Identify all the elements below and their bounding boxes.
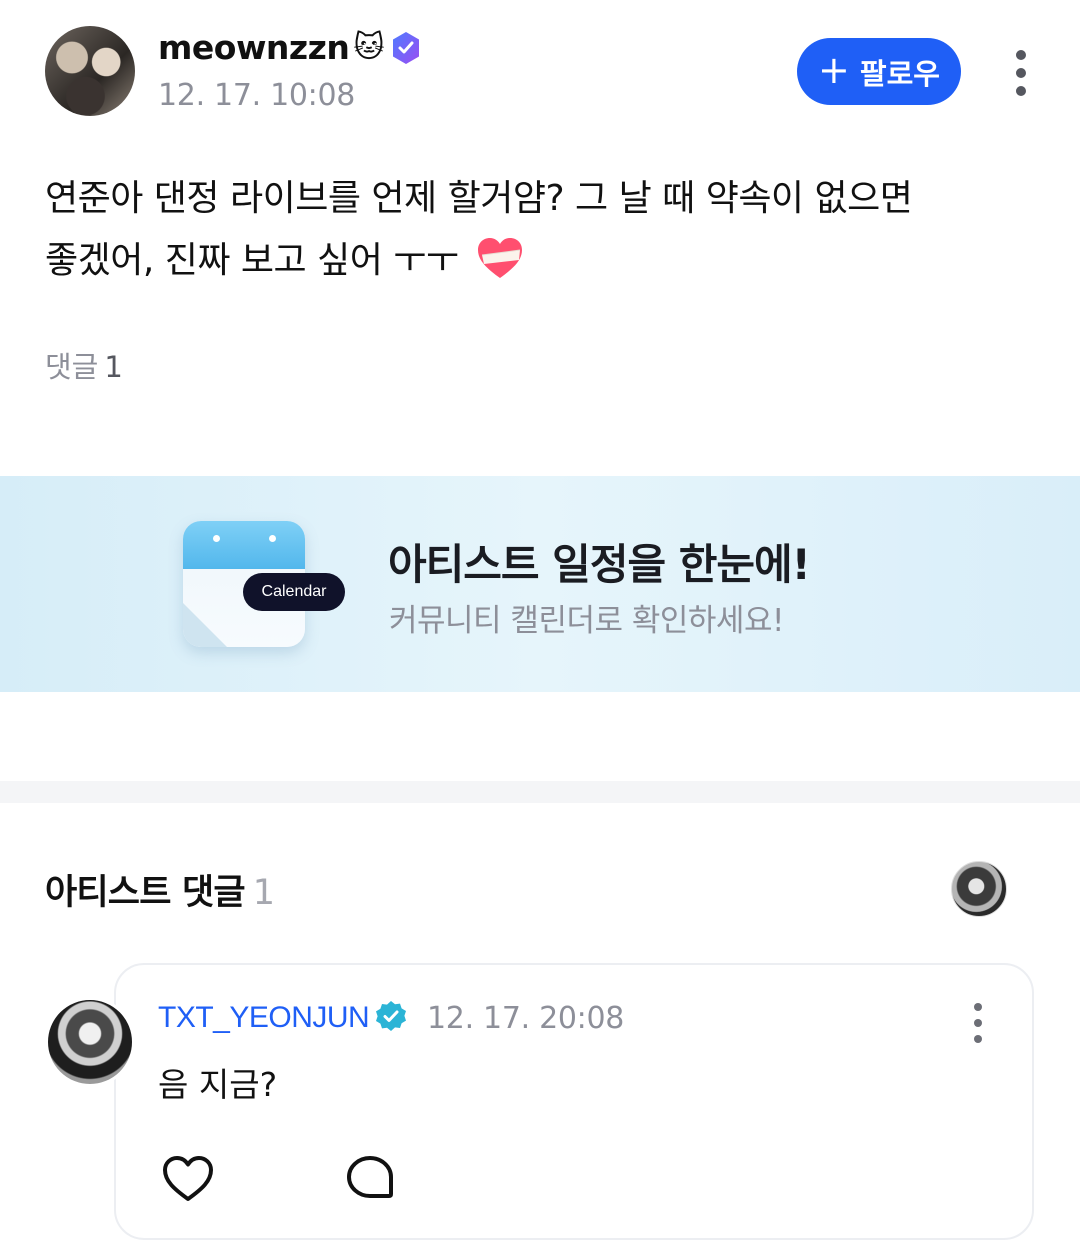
follow-button[interactable]: + 팔로우 — [797, 38, 961, 105]
post-body-line-1: 연준아 댄정 라이브를 언제 할거얌? 그 날 때 약속이 없으면 — [45, 178, 913, 219]
comment-count-value: 1 — [104, 350, 123, 384]
artist-thumbnail-avatar[interactable] — [951, 861, 1007, 917]
comment-text: 음 지금? — [158, 1065, 278, 1104]
post-body: 연준아 댄정 라이브를 언제 할거얌? 그 날 때 약속이 없으면 좋겠어, 진… — [45, 168, 1005, 300]
follow-button-label: 팔로우 — [859, 56, 940, 91]
artist-comments-title: 아티스트 댓글 — [45, 873, 246, 913]
comment-author[interactable]: TXT_YEONJUN — [158, 1001, 370, 1035]
verified-check-icon — [375, 1000, 407, 1036]
calendar-promo-banner[interactable]: Calendar 아티스트 일정을 한눈에! 커뮤니티 캘린더로 확인하세요! — [0, 476, 1080, 692]
reply-bubble-icon[interactable] — [345, 1154, 395, 1202]
calendar-icon: Calendar — [183, 521, 345, 647]
heart-icon[interactable] — [160, 1153, 216, 1205]
calendar-icon-label: Calendar — [243, 573, 345, 611]
plus-icon: + — [818, 47, 850, 92]
banner-subtitle: 커뮤니티 캘린더로 확인하세요! — [389, 603, 784, 639]
comment-author-row[interactable]: TXT_YEONJUN — [158, 1000, 407, 1036]
post-body-line-2: 좋겠어, 진짜 보고 싶어 ㅜㅜ — [45, 240, 459, 281]
bandaged-heart-icon — [476, 236, 524, 300]
comment-more-options-icon[interactable] — [967, 1003, 989, 1043]
cat-emoji: 🐱 — [353, 29, 385, 65]
author-avatar[interactable] — [45, 26, 135, 116]
artist-comments-heading: 아티스트 댓글 1 — [45, 864, 275, 915]
section-divider — [0, 781, 1080, 803]
author-username[interactable]: meownzzn — [158, 28, 350, 67]
comment-timestamp: 12. 17. 20:08 — [427, 1001, 625, 1036]
comment-count[interactable]: 댓글 1 — [45, 344, 123, 386]
post-timestamp: 12. 17. 10:08 — [158, 78, 356, 113]
post-more-options-icon[interactable] — [1010, 50, 1032, 96]
banner-title: 아티스트 일정을 한눈에! — [388, 540, 811, 589]
author-name-row[interactable]: meownzzn 🐱 — [158, 28, 423, 67]
membership-badge-icon — [389, 31, 423, 65]
commenter-avatar[interactable] — [45, 997, 135, 1087]
comment-count-label: 댓글 — [45, 350, 99, 384]
artist-comments-count: 1 — [252, 873, 275, 913]
